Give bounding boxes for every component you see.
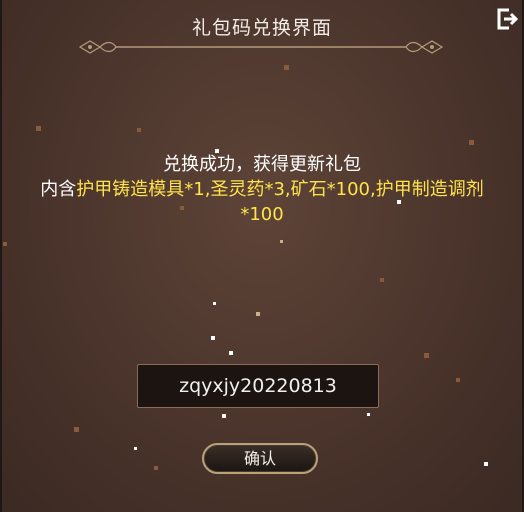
title-ornament <box>78 40 444 54</box>
redeem-result-message: 兑换成功，获得更新礼包 内含护甲铸造模具*1,圣灵药*3,矿石*100,护甲制造… <box>20 152 504 227</box>
dialog-frame <box>0 0 524 512</box>
success-text: 兑换成功，获得更新礼包 <box>163 154 361 175</box>
exit-icon[interactable] <box>494 6 520 32</box>
confirm-button[interactable]: 确认 <box>202 443 318 474</box>
rewards-line: 内含护甲铸造模具*1,圣灵药*3,矿石*100,护甲制造调剂*100 <box>20 177 504 227</box>
gift-code-input[interactable]: zqyxjy20220813 <box>137 364 379 408</box>
page-title: 礼包码兑换界面 <box>191 17 332 39</box>
rewards-prefix: 内含 <box>40 179 77 200</box>
rewards-list: 护甲铸造模具*1,圣灵药*3,矿石*100,护甲制造调剂*100 <box>76 179 484 225</box>
